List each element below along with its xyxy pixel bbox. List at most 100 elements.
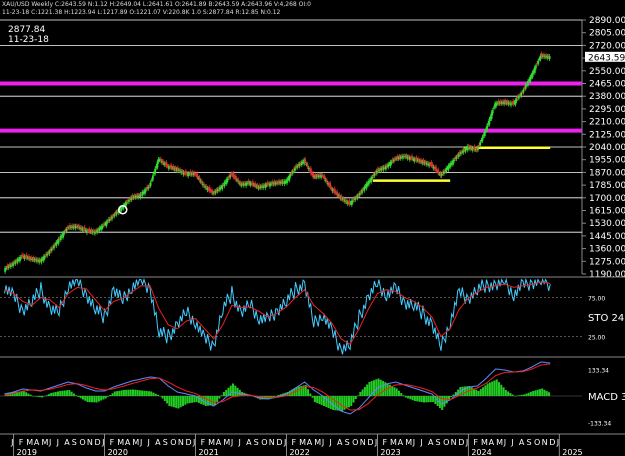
candle-body <box>345 200 348 202</box>
candle-body <box>229 175 232 178</box>
candle-body <box>237 179 240 183</box>
candle-body <box>12 263 14 267</box>
candle-body <box>269 183 271 187</box>
candle-body <box>520 92 523 96</box>
macd-hist-bar <box>222 392 225 396</box>
macd-hist-bar <box>129 389 132 396</box>
macd-hist-bar <box>491 381 494 396</box>
macd-hist-bar <box>416 396 419 402</box>
candle-body <box>208 187 211 192</box>
candle-body <box>455 156 458 159</box>
candle-body <box>198 177 201 181</box>
macd-hist-bar <box>38 396 41 398</box>
macd-hist-bar <box>366 384 369 396</box>
candle-body <box>329 183 332 188</box>
x-month-label: S <box>163 438 168 447</box>
x-year-label: 2021 <box>199 448 219 456</box>
chart-svg[interactable]: 2890.002805.002720.002635.002550.002465.… <box>0 0 625 456</box>
macd-hist-bar <box>325 396 328 407</box>
macd-hist-bar <box>486 383 489 396</box>
x-month-label: D <box>458 438 464 447</box>
macd-hist-bar <box>513 396 516 397</box>
candle-body <box>9 264 12 267</box>
candle-body <box>363 186 366 191</box>
macd-hist-bar <box>420 396 423 403</box>
macd-hist-bar <box>523 394 526 396</box>
candle-body <box>371 176 374 179</box>
x-month-label: S <box>436 438 441 447</box>
x-month-label: J <box>503 438 506 447</box>
x-month-label: O <box>261 438 267 447</box>
stoch-tick-label: 75.00 <box>588 296 605 303</box>
price-tick-label: 1955.00 <box>589 156 625 166</box>
candle-body <box>113 214 116 217</box>
macd-hist-bar <box>59 391 62 396</box>
macd-hist-bar <box>393 387 396 396</box>
candle-body <box>533 67 536 73</box>
macd-hist-bar <box>125 389 128 396</box>
x-month-label: D <box>95 438 101 447</box>
macd-hist-bar <box>54 392 57 396</box>
x-year-label: 2025 <box>562 448 582 456</box>
x-month-label: M <box>223 438 230 447</box>
macd-hist-bar <box>341 396 344 411</box>
macd-hist-bar <box>102 396 105 400</box>
macd-hist-bar <box>445 396 448 404</box>
macd-hist-bar <box>404 396 407 398</box>
x-month-label: O <box>534 438 540 447</box>
macd-hist-bar <box>88 396 91 403</box>
x-month-label: S <box>72 438 77 447</box>
x-month-label: J <box>237 438 240 447</box>
macd-hist-bar <box>350 396 353 406</box>
macd-hist-bar <box>66 390 69 396</box>
x-month-label: S <box>254 438 259 447</box>
macd-hist-bar <box>357 395 360 396</box>
candle-body <box>211 189 213 193</box>
candle-body <box>200 180 203 184</box>
macd-hist-bar <box>70 391 73 396</box>
macd-hist-bar <box>27 393 30 396</box>
candle-body <box>445 168 448 172</box>
candle-body <box>491 110 494 114</box>
macd-hist-bar <box>397 390 400 396</box>
candle-body <box>63 232 66 234</box>
price-tick-label: 1615.00 <box>589 207 625 217</box>
macd-hist-bar <box>168 396 171 406</box>
candle-body <box>214 191 217 193</box>
candle-body <box>440 173 443 176</box>
x-month-label: A <box>398 438 404 447</box>
macd-hist-bar <box>372 380 375 396</box>
macd-hist-bar <box>43 396 46 397</box>
candle-body <box>196 173 199 178</box>
x-month-label: J <box>283 438 286 447</box>
macd-hist-bar <box>395 388 398 396</box>
candle-body <box>352 200 354 202</box>
candle-body <box>537 60 540 64</box>
x-month-label: J <box>328 438 331 447</box>
price-tick-label: 1445.00 <box>589 232 625 242</box>
macd-hist-bar <box>518 395 521 396</box>
x-month-label: J <box>465 438 468 447</box>
macd-hist-bar <box>418 396 421 402</box>
macd-hist-bar <box>131 389 134 396</box>
candle-body <box>205 186 208 188</box>
price-tick-label: 2125.00 <box>589 130 625 140</box>
candle-body <box>490 112 493 119</box>
macd-hist-bar <box>498 382 501 396</box>
macd-hist-bar <box>427 396 430 403</box>
macd-hist-bar <box>411 396 414 401</box>
macd-hist-bar <box>122 390 125 396</box>
candle-body <box>535 65 537 68</box>
macd-hist-bar <box>238 389 241 396</box>
candle-body <box>515 99 518 101</box>
macd-hist-bar <box>532 391 535 396</box>
macd-hist-bar <box>47 394 50 396</box>
macd-title: MACD 3 <box>588 392 625 403</box>
x-month-label: O <box>352 438 358 447</box>
candle-body <box>338 194 341 198</box>
macd-hist-bar <box>277 395 280 396</box>
macd-hist-bar <box>525 393 528 396</box>
macd-hist-bar <box>218 396 221 399</box>
macd-hist-bar <box>118 390 121 396</box>
macd-hist-bar <box>534 390 537 396</box>
